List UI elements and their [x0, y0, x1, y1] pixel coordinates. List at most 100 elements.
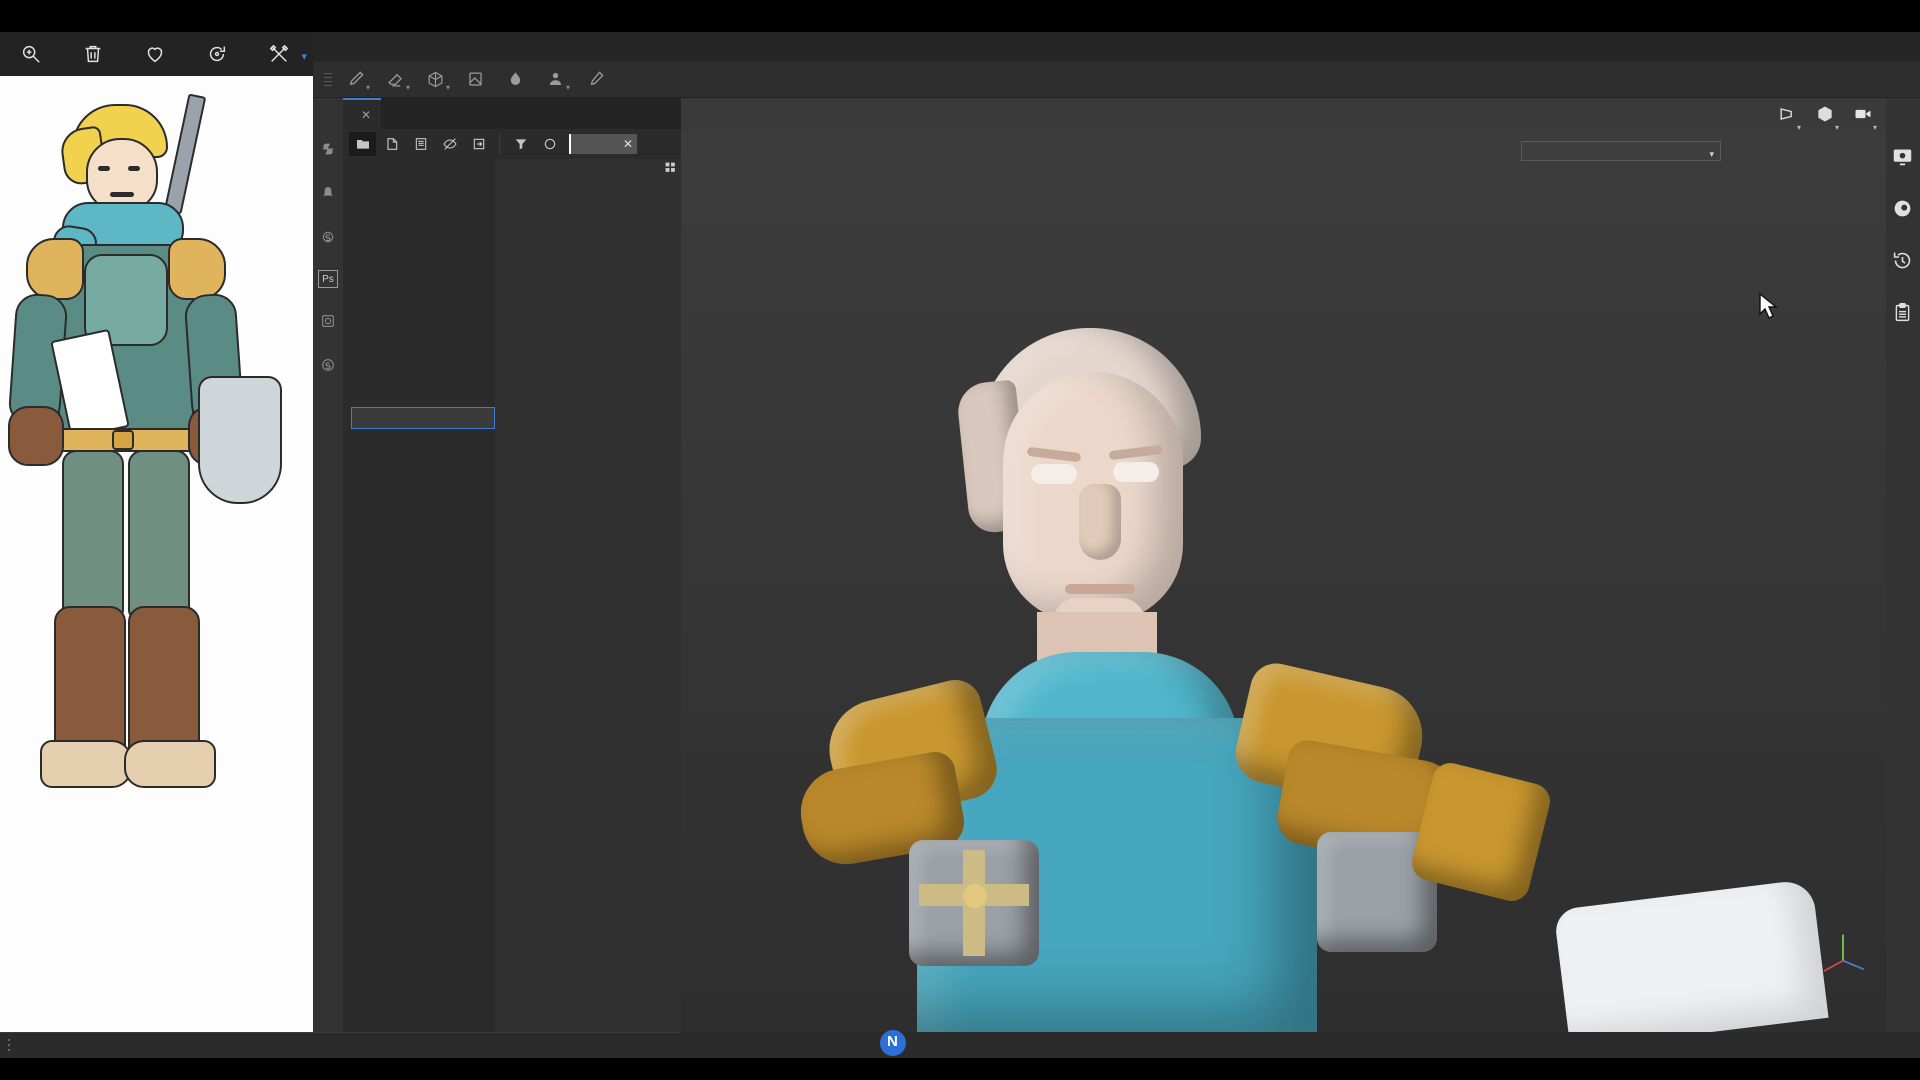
- paint-brush-icon[interactable]: ▾: [335, 65, 375, 95]
- art-glove-left: [8, 406, 64, 466]
- model-eye-left: [1031, 464, 1077, 484]
- art-eye-left: [98, 166, 110, 171]
- art-foot-right: [124, 740, 216, 788]
- logo-icon: [880, 1030, 906, 1056]
- folder-icon[interactable]: [349, 132, 376, 156]
- category-materials[interactable]: [343, 387, 495, 407]
- render-icon[interactable]: [317, 310, 339, 332]
- chevron-down-icon[interactable]: ▾: [301, 50, 307, 63]
- category-procedurals[interactable]: [343, 247, 495, 267]
- projection-icon[interactable]: ▾: [415, 65, 455, 95]
- status-bar: [0, 1032, 1920, 1058]
- category-textures[interactable]: [343, 267, 495, 287]
- axis-gizmo-icon: [1823, 934, 1865, 972]
- category-project[interactable]: [343, 187, 495, 207]
- art-foot-left: [40, 740, 132, 788]
- eraser-icon[interactable]: ▾: [375, 65, 415, 95]
- bell-icon[interactable]: [317, 182, 339, 204]
- tool-bar: ▾ ▾ ▾ ▾: [313, 62, 1920, 98]
- save-icon[interactable]: [407, 132, 434, 156]
- sync-icon[interactable]: [317, 354, 339, 376]
- category-tools[interactable]: [343, 367, 495, 387]
- category-brushes[interactable]: [343, 327, 495, 347]
- new-document-icon[interactable]: [378, 132, 405, 156]
- art-pauldron-left: [26, 238, 84, 300]
- top-black-band: [0, 0, 1920, 32]
- art-face: [86, 138, 158, 212]
- model-mouth: [1065, 584, 1135, 594]
- display-settings-icon[interactable]: [1892, 146, 1914, 168]
- heart-icon[interactable]: [124, 32, 186, 76]
- tab-texture-set-settings[interactable]: [385, 99, 405, 130]
- category-grunges[interactable]: [343, 227, 495, 247]
- cube-3d-icon[interactable]: ▾: [1815, 104, 1839, 132]
- material-selector-dropdown[interactable]: ▾: [1521, 141, 1721, 161]
- model-cross-stud: [963, 884, 987, 908]
- reference-character-art: [0, 76, 313, 1032]
- divider: [499, 133, 500, 155]
- menu-bar: [313, 32, 1920, 62]
- art-eye-right: [128, 166, 140, 171]
- substance-source-icon[interactable]: [317, 226, 339, 248]
- log-icon[interactable]: [1892, 302, 1914, 324]
- category-particles[interactable]: [343, 347, 495, 367]
- 3d-viewport[interactable]: ▾ ▾ ▾ ▾: [681, 98, 1920, 1032]
- perspective-view-icon[interactable]: ▾: [1777, 104, 1801, 132]
- category-filters[interactable]: [343, 307, 495, 327]
- art-shield: [198, 376, 282, 504]
- category-hard-surfaces[interactable]: [343, 287, 495, 307]
- tab-shelf[interactable]: ✕: [343, 98, 382, 129]
- geometry-decal-icon[interactable]: [455, 65, 495, 95]
- art-leg-left: [62, 450, 124, 620]
- clone-stamp-icon[interactable]: ▾: [535, 65, 575, 95]
- import-icon[interactable]: [465, 132, 492, 156]
- substance-painter-window: ▾ ▾ ▾ ▾ Ps ✕ ✕ ▾ ▾ ▾ ▾: [313, 32, 1920, 1032]
- art-leg-right: [128, 450, 190, 620]
- model-eye-right: [1113, 462, 1159, 482]
- smudge-icon[interactable]: [495, 65, 535, 95]
- viewport-canvas[interactable]: [681, 132, 1920, 1032]
- art-boot-right: [128, 606, 200, 756]
- photoshop-icon[interactable]: Ps: [318, 270, 338, 288]
- shelf-toolbar: ✕: [343, 129, 681, 159]
- clear-search-icon[interactable]: ✕: [623, 137, 633, 151]
- history-icon[interactable]: [1892, 250, 1914, 272]
- model-cloth-white: [1553, 878, 1829, 1032]
- trash-icon[interactable]: [62, 32, 124, 76]
- shelf-category-list: [343, 159, 495, 1032]
- shelf-dock: Ps ✕ ✕: [313, 98, 681, 1032]
- camera-video-icon[interactable]: ▾: [1853, 104, 1877, 132]
- toolbar-grip[interactable]: [321, 69, 335, 91]
- grid-view-icon[interactable]: [664, 161, 677, 177]
- reference-image-panel: ▾: [0, 32, 313, 1032]
- category-alphas[interactable]: [343, 207, 495, 227]
- category-color-profiles[interactable]: [343, 469, 495, 489]
- close-icon[interactable]: ✕: [361, 108, 371, 122]
- category-smart-masks[interactable]: [343, 429, 495, 449]
- zoom-in-icon[interactable]: [0, 32, 62, 76]
- watermark-logo: [880, 1030, 914, 1056]
- reference-toolbar: ▾: [0, 32, 313, 76]
- category-all[interactable]: [343, 167, 495, 187]
- right-icon-strip: [1886, 98, 1920, 1032]
- art-buckle: [112, 430, 134, 450]
- category-smart-materials[interactable]: [351, 407, 495, 429]
- substance-icon[interactable]: [317, 138, 339, 160]
- circle-icon[interactable]: [536, 132, 563, 156]
- reset-icon[interactable]: [186, 32, 248, 76]
- chevron-down-icon: ▾: [1709, 149, 1714, 159]
- art-mouth: [110, 192, 134, 197]
- art-pauldron-right: [168, 238, 226, 300]
- hide-icon[interactable]: [436, 132, 463, 156]
- bottom-black-band: [0, 1058, 1920, 1080]
- material-grid: [495, 159, 681, 1032]
- filter-funnel-icon[interactable]: [507, 132, 534, 156]
- search-input[interactable]: ✕: [569, 134, 637, 154]
- shader-settings-icon[interactable]: [1892, 198, 1914, 220]
- material-picker-icon[interactable]: [575, 65, 615, 95]
- model-nose: [1079, 484, 1121, 560]
- character-bust-3d: [681, 132, 1920, 1032]
- category-environments[interactable]: [343, 449, 495, 469]
- art-sword: [163, 93, 207, 215]
- left-icon-strip: Ps: [313, 98, 343, 1032]
